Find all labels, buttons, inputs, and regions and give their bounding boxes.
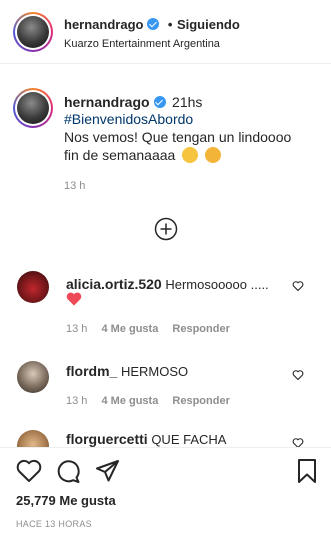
comment-like-heart-icon[interactable] <box>292 280 304 292</box>
raised-hands-emoji-icon <box>205 147 222 163</box>
post-header: hernandrago • Siguiendo Kuarzo Entertain… <box>0 0 331 64</box>
caption-time: 21hs <box>172 94 203 110</box>
likes-count[interactable]: 25,779 Me gusta <box>16 493 116 508</box>
red-heart-emoji-icon <box>66 292 82 306</box>
caption-line-1: Nos vemos! Que tengan un lindoooo <box>64 129 292 145</box>
verified-icon <box>153 96 166 108</box>
comment-username[interactable]: flordm_ <box>66 363 117 379</box>
author-avatar[interactable] <box>13 12 53 52</box>
plus-circle-icon[interactable] <box>154 217 178 241</box>
comment-meta: 13 h 4 Me gusta Responder <box>66 395 230 407</box>
comment-avatar[interactable] <box>17 271 49 303</box>
comment-age: 13 h <box>66 395 88 407</box>
comment-row: florguercetti QUE FACHA <box>66 431 226 447</box>
separator: • <box>167 17 173 32</box>
save-bookmark-icon[interactable] <box>296 458 318 484</box>
comment-username[interactable]: florguercetti <box>66 431 148 447</box>
share-send-icon[interactable] <box>95 459 121 483</box>
author-username[interactable]: hernandrago <box>64 17 143 32</box>
caption-hashtag[interactable]: #BienvenidosAbordo <box>64 110 324 128</box>
verified-icon <box>147 18 160 30</box>
like-heart-icon[interactable] <box>16 459 42 483</box>
comment-username[interactable]: alicia.ortiz.520 <box>66 276 162 292</box>
following-button[interactable]: Siguiendo <box>177 17 240 32</box>
comment-text: Hermosooooo ..... <box>165 277 269 292</box>
posted-ago: HACE 13 HORAS <box>16 519 92 529</box>
comment-age: 13 h <box>66 323 88 335</box>
grin-emoji-icon <box>182 147 199 163</box>
caption-body: #BienvenidosAbordo Nos vemos! Que tengan… <box>64 110 324 164</box>
header-subtitle[interactable]: Kuarzo Entertainment Argentina <box>64 38 220 50</box>
comment-text: QUE FACHA <box>151 432 227 447</box>
reply-button[interactable]: Responder <box>172 395 229 407</box>
comment-meta: 13 h 4 Me gusta Responder <box>66 323 230 335</box>
comment-likes[interactable]: 4 Me gusta <box>101 395 158 407</box>
comment-row: alicia.ortiz.520 Hermosooooo ..... <box>66 276 269 292</box>
comment-like-heart-icon[interactable] <box>292 369 304 381</box>
caption-avatar[interactable] <box>13 88 53 128</box>
comment-bubble-icon[interactable] <box>55 458 81 484</box>
post-actions: 25,779 Me gusta HACE 13 HORAS <box>0 447 331 539</box>
comment-avatar[interactable] <box>17 361 49 393</box>
caption-age: 13 h <box>64 180 86 192</box>
reply-button[interactable]: Responder <box>172 323 229 335</box>
comment-text: HERMOSO <box>120 364 189 379</box>
header-title-row: hernandrago • Siguiendo <box>64 16 240 34</box>
comment-row: flordm_ HERMOSO <box>66 363 188 379</box>
caption-line-2: fin de semanaaaa <box>64 147 176 163</box>
caption-username[interactable]: hernandrago <box>64 94 150 110</box>
comment-likes[interactable]: 4 Me gusta <box>101 323 158 335</box>
